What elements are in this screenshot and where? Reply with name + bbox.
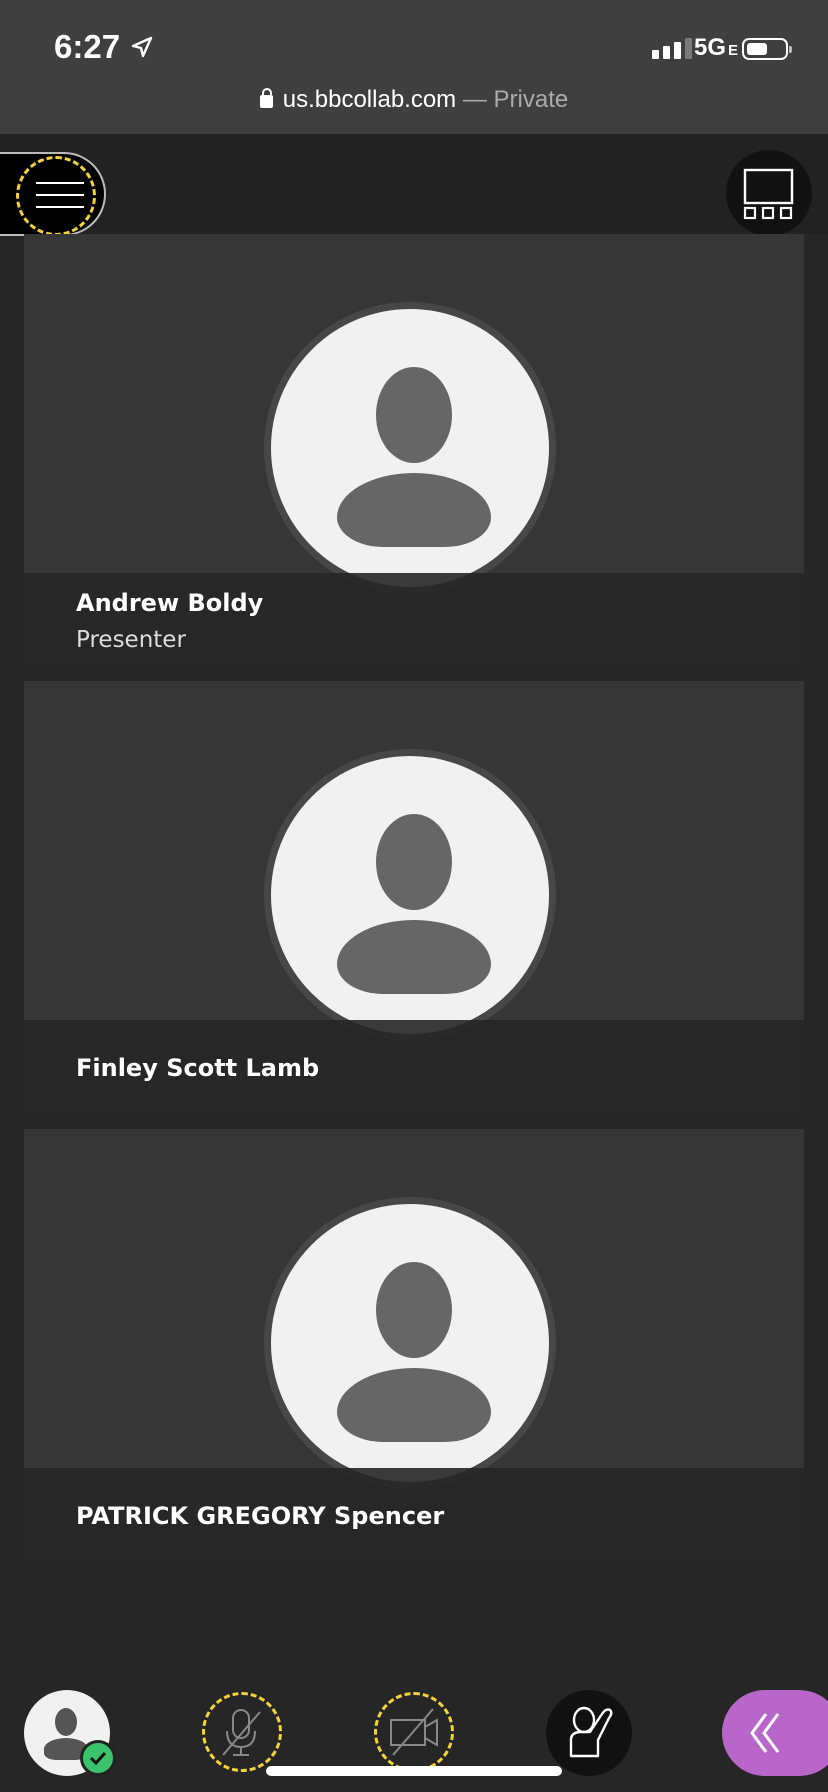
raise-hand-button[interactable] (546, 1690, 632, 1776)
layout-button[interactable] (726, 150, 812, 236)
my-status-button[interactable] (24, 1690, 116, 1776)
clock: 6:27 (54, 28, 154, 66)
participant-name: PATRICK GREGORY Spencer (76, 1502, 445, 1530)
nameplate: PATRICK GREGORY Spencer (24, 1468, 804, 1566)
user-icon (55, 1708, 77, 1736)
participant-role: Presenter (76, 627, 186, 653)
hamburger-icon (36, 182, 84, 218)
top-bar (0, 134, 828, 234)
url-domain: us.bbcollab.com (282, 86, 457, 113)
lock-icon (259, 88, 273, 108)
checkmark-icon (80, 1740, 116, 1776)
microphone-toggle-button[interactable] (202, 1692, 282, 1772)
mic-off-icon (222, 1709, 261, 1756)
private-mode-label: Private (493, 86, 569, 113)
clock-time: 6:27 (54, 28, 121, 65)
cellular-signal-icon (652, 38, 692, 59)
participant-tile[interactable]: PATRICK GREGORY Spencer (24, 1129, 804, 1566)
url-bar[interactable]: us.bbcollab.com — Private (0, 86, 828, 114)
avatar-icon (264, 749, 556, 1041)
home-indicator[interactable] (266, 1766, 562, 1776)
avatar-icon (264, 302, 556, 594)
network-type: 5G E (694, 34, 739, 61)
camera-toggle-button[interactable] (374, 1692, 454, 1772)
url-separator: — (456, 86, 494, 113)
camera-off-icon (390, 1708, 438, 1756)
participant-name: Finley Scott Lamb (76, 1054, 320, 1082)
gallery-layout-icon (743, 168, 794, 220)
participant-tile[interactable]: Andrew Boldy Presenter (24, 234, 804, 671)
raise-hand-icon (569, 1706, 613, 1758)
collaborate-panel-button[interactable] (722, 1690, 828, 1776)
nameplate: Andrew Boldy Presenter (24, 573, 804, 671)
battery-icon (742, 38, 792, 60)
menu-button[interactable] (0, 152, 106, 236)
nameplate: Finley Scott Lamb (24, 1020, 804, 1118)
double-chevron-left-icon (750, 1713, 780, 1753)
status-bar: 6:27 5G E us.bbcollab.com — Private (0, 0, 828, 134)
participant-tile[interactable]: Finley Scott Lamb (24, 681, 804, 1118)
location-arrow-icon (131, 36, 153, 58)
avatar-icon (264, 1197, 556, 1489)
participant-name: Andrew Boldy (76, 589, 264, 617)
